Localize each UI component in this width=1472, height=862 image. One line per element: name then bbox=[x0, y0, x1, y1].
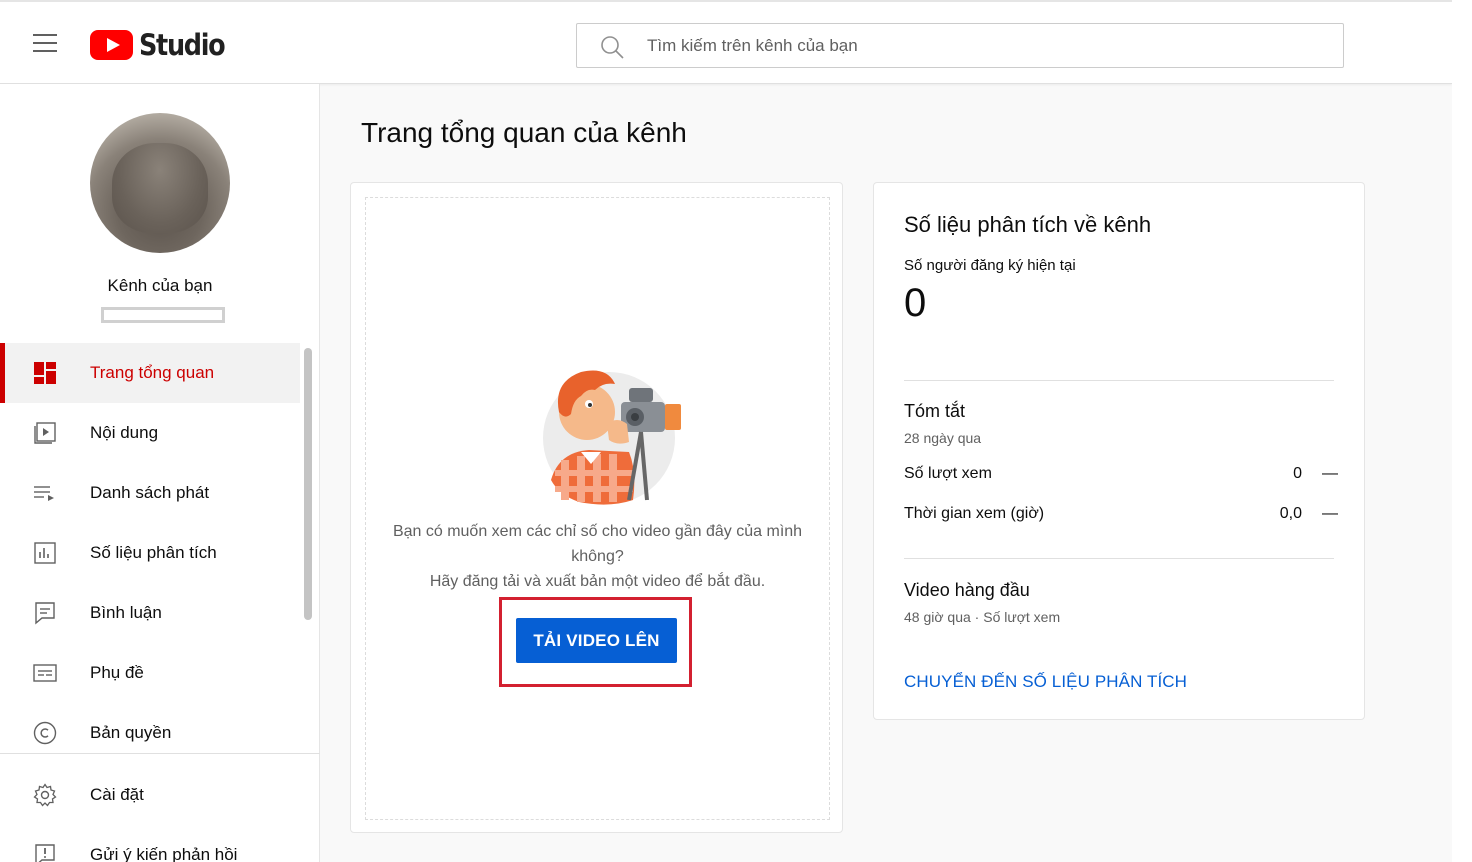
subtitles-icon bbox=[33, 664, 57, 682]
feedback-icon bbox=[35, 844, 55, 862]
divider bbox=[904, 380, 1334, 381]
upload-prompt-line1: Bạn có muốn xem các chỉ số cho video gần… bbox=[392, 523, 803, 565]
sidebar-item-label: Bình luận bbox=[90, 603, 162, 622]
sidebar-item-feedback[interactable]: Gửi ý kiến phản hồi bbox=[0, 825, 300, 862]
content-icon bbox=[34, 422, 56, 444]
sidebar-item-label: Số liệu phân tích bbox=[90, 543, 217, 562]
hamburger-menu-icon[interactable] bbox=[33, 34, 57, 54]
metric-value: 0 bbox=[1293, 465, 1302, 482]
page-title: Trang tổng quan của kênh bbox=[361, 117, 687, 148]
search-input[interactable] bbox=[647, 24, 1327, 67]
channel-analytics-card: Số liệu phân tích về kênh Số người đăng … bbox=[873, 182, 1365, 720]
sidebar-item-label: Gửi ý kiến phản hồi bbox=[90, 845, 238, 862]
channel-handle-placeholder bbox=[101, 307, 225, 323]
summary-period: 28 ngày qua bbox=[904, 430, 982, 446]
metric-views-row: Số lượt xem 0 — bbox=[904, 465, 1338, 489]
metric-watchtime-row: Thời gian xem (giờ) 0,0 — bbox=[904, 505, 1338, 529]
sidebar-item-analytics[interactable]: Số liệu phân tích bbox=[0, 523, 300, 583]
playlist-icon bbox=[34, 486, 54, 501]
metric-label: Thời gian xem (giờ) bbox=[904, 505, 1045, 522]
analytics-icon bbox=[34, 542, 56, 564]
metric-value: 0,0 bbox=[1279, 505, 1302, 522]
sidebar-item-playlists[interactable]: Danh sách phát bbox=[0, 463, 300, 523]
sidebar-item-label: Nội dung bbox=[90, 423, 159, 442]
search-box[interactable] bbox=[576, 23, 1344, 68]
metric-trend: — bbox=[1322, 465, 1338, 482]
sidebar-item-label: Bản quyền bbox=[90, 723, 172, 742]
sidebar-item-label: Phụ đề bbox=[90, 663, 144, 682]
sidebar-item-label: Cài đặt bbox=[90, 785, 144, 804]
studio-logo[interactable]: Studio bbox=[90, 28, 236, 62]
sidebar-item-label: Danh sách phát bbox=[90, 483, 210, 502]
copyright-icon bbox=[33, 721, 57, 745]
sidebar-item-content[interactable]: Nội dung bbox=[0, 403, 300, 463]
go-to-analytics-link[interactable]: CHUYỂN ĐẾN SỐ LIỆU PHÂN TÍCH bbox=[904, 672, 1187, 692]
channel-avatar[interactable] bbox=[90, 113, 230, 253]
summary-title: Tóm tắt bbox=[904, 401, 966, 421]
top-videos-title: Video hàng đầu bbox=[904, 580, 1030, 600]
sidebar-item-dashboard[interactable]: Trang tổng quan bbox=[0, 343, 300, 403]
sidebar: Kênh của bạn Trang tổng quan Nội dung Da… bbox=[0, 84, 320, 862]
sidebar-item-copyright[interactable]: Bản quyền bbox=[0, 703, 300, 763]
top-app-bar: Studio bbox=[0, 0, 1452, 84]
analytics-title: Số liệu phân tích về kênh bbox=[904, 212, 1152, 237]
channel-name: Kênh của bạn bbox=[107, 276, 213, 295]
search-icon bbox=[601, 36, 624, 59]
sidebar-item-comments[interactable]: Bình luận bbox=[0, 583, 300, 643]
divider bbox=[904, 558, 1334, 559]
gear-icon bbox=[33, 783, 57, 807]
metric-trend: — bbox=[1322, 505, 1338, 522]
upload-prompt-line2: Hãy đăng tải và xuất bản một video để bắ… bbox=[429, 573, 766, 590]
camera-person-illustration bbox=[543, 370, 681, 505]
comments-icon bbox=[35, 602, 55, 625]
sidebar-scrollbar[interactable] bbox=[304, 348, 312, 620]
sidebar-item-label: Trang tổng quan bbox=[90, 363, 215, 382]
upload-card: Bạn có muốn xem các chỉ số cho video gần… bbox=[350, 182, 843, 833]
upload-prompt: Bạn có muốn xem các chỉ số cho video gần… bbox=[375, 519, 820, 594]
sidebar-divider bbox=[0, 753, 320, 754]
dashboard-icon bbox=[34, 362, 56, 384]
page-edge bbox=[1452, 0, 1472, 862]
subscribers-count: 0 bbox=[904, 281, 927, 325]
youtube-play-icon bbox=[90, 30, 133, 60]
logo-text: Studio bbox=[139, 28, 226, 62]
top-videos-period: 48 giờ qua · Số lượt xem bbox=[904, 609, 1061, 625]
sidebar-item-subtitles[interactable]: Phụ đề bbox=[0, 643, 300, 703]
metric-label: Số lượt xem bbox=[904, 465, 992, 482]
subscribers-label: Số người đăng ký hiện tại bbox=[904, 257, 1076, 274]
sidebar-item-settings[interactable]: Cài đặt bbox=[0, 765, 300, 825]
upload-video-button[interactable]: TẢI VIDEO LÊN bbox=[516, 618, 677, 663]
